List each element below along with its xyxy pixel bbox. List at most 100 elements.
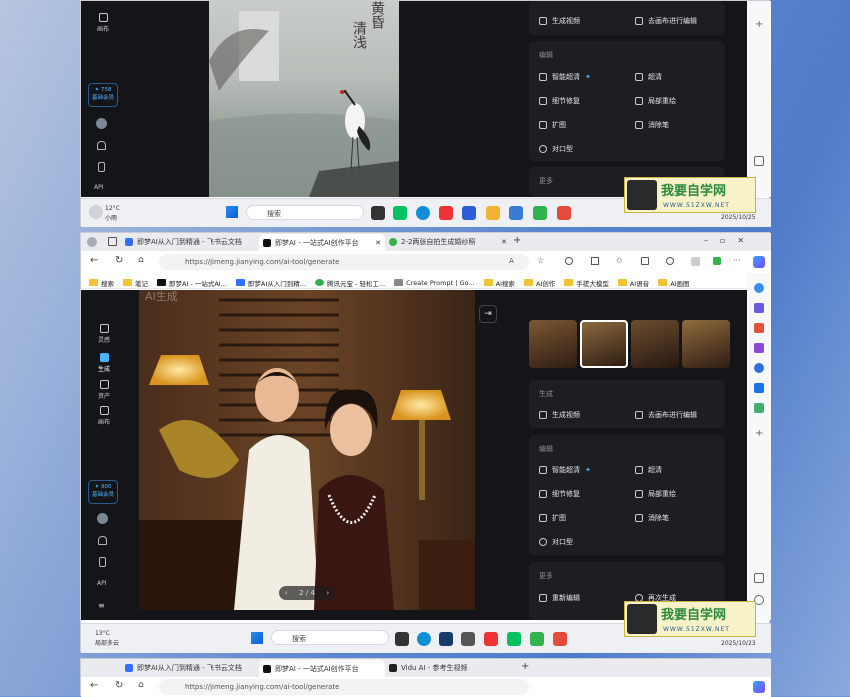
- phone-icon[interactable]: [98, 162, 105, 172]
- to-canvas-button[interactable]: 去画布进行编辑: [635, 16, 697, 26]
- credits-badge[interactable]: ✦ 900 基础会员: [88, 480, 118, 504]
- rail-item-inspiration[interactable]: 灵感: [89, 324, 119, 344]
- url-input[interactable]: https://jimeng.jianying.com/ai-tool/gene…: [159, 254, 529, 270]
- add-icon[interactable]: +: [755, 428, 763, 439]
- local-redraw-button[interactable]: 局部重绘: [635, 96, 676, 106]
- capcut-icon[interactable]: [533, 206, 547, 220]
- bookmark-ai-search[interactable]: AI搜索: [483, 277, 515, 288]
- tab-actions-icon[interactable]: [108, 237, 117, 246]
- user-icon[interactable]: [754, 343, 764, 353]
- bell-icon[interactable]: [98, 536, 107, 545]
- window-controls[interactable]: –▫✕: [704, 236, 756, 245]
- taskview-icon[interactable]: [371, 206, 385, 220]
- app-icon[interactable]: [439, 632, 453, 646]
- smart-hd-button[interactable]: 智能超清 ✦: [539, 465, 591, 475]
- eraser-button[interactable]: 消除笔: [635, 120, 669, 130]
- eraser-button[interactable]: 消除笔: [635, 513, 669, 523]
- rail-item-generate[interactable]: 生成: [89, 353, 119, 373]
- app-red-icon[interactable]: [553, 632, 567, 646]
- app-red-icon[interactable]: [557, 206, 571, 220]
- close-tab-icon[interactable]: ✕: [501, 238, 507, 246]
- close-tab-icon[interactable]: ✕: [375, 239, 385, 247]
- toolbox-icon[interactable]: [754, 323, 764, 333]
- make-video-button[interactable]: 生成视频: [539, 16, 580, 26]
- copilot-icon[interactable]: [753, 256, 765, 268]
- favorite-icon[interactable]: ☆: [537, 256, 544, 265]
- windows-start-icon[interactable]: [226, 206, 238, 218]
- hd-button[interactable]: 超清: [635, 72, 662, 82]
- bell-icon[interactable]: [97, 141, 106, 150]
- smart-hd-button[interactable]: 智能超清 ✦: [539, 72, 591, 82]
- split-icon[interactable]: [591, 257, 599, 265]
- bookmark-llm[interactable]: 手搓大模型: [564, 277, 609, 288]
- lip-sync-button[interactable]: 对口型: [539, 144, 573, 154]
- copilot-icon[interactable]: [754, 363, 764, 373]
- phone-icon[interactable]: [99, 557, 106, 567]
- expand-button[interactable]: 扩图: [539, 120, 566, 130]
- bookmark-ai-create[interactable]: AI创作: [523, 277, 555, 288]
- bookmark-notes[interactable]: 笔记: [123, 277, 148, 288]
- search-icon[interactable]: [754, 283, 764, 293]
- app-icon[interactable]: [462, 206, 476, 220]
- avatar[interactable]: [96, 118, 107, 129]
- bookmark-search[interactable]: 搜索: [89, 277, 114, 288]
- api-link[interactable]: API: [94, 184, 104, 191]
- profile-icon[interactable]: [87, 237, 97, 247]
- tab-feishu[interactable]: 即梦AI从入门到精通 - 飞书云文档: [125, 237, 255, 247]
- lip-sync-button[interactable]: 对口型: [539, 537, 573, 547]
- wps-icon[interactable]: [484, 632, 498, 646]
- tab-jimeng[interactable]: 即梦AI - 一站式AI创作平台 ✕: [259, 234, 385, 251]
- tab-vidu[interactable]: Vidu AI - 参考生视频: [389, 663, 507, 673]
- taskbar-search[interactable]: 搜索: [246, 205, 364, 220]
- image-pager[interactable]: ‹ 2 / 4 ›: [279, 586, 335, 600]
- taskview-icon[interactable]: [395, 632, 409, 646]
- back-icon[interactable]: ←: [90, 255, 98, 266]
- wechat-icon[interactable]: [393, 206, 407, 220]
- collapse-panel-icon[interactable]: ⇥: [479, 305, 497, 323]
- expand-button[interactable]: 扩图: [539, 513, 566, 523]
- bookmark-create-prompt[interactable]: Create Prompt | Go...: [394, 277, 475, 288]
- local-redraw-button[interactable]: 局部重绘: [635, 489, 676, 499]
- menu-icon[interactable]: ···: [733, 256, 741, 265]
- history-icon[interactable]: [666, 257, 674, 265]
- favorites-icon[interactable]: ✩: [616, 256, 623, 265]
- generated-image[interactable]: AI生成 ‹ 2 / 4 ›: [139, 290, 475, 610]
- thumbnail-4[interactable]: [682, 320, 730, 368]
- collections-icon[interactable]: [641, 257, 649, 265]
- app-icon-2[interactable]: [461, 632, 475, 646]
- thumbnail-2-selected[interactable]: [580, 320, 628, 368]
- home-icon[interactable]: ⌂: [138, 680, 144, 690]
- detail-fix-button[interactable]: 细节修复: [539, 489, 580, 499]
- reload-icon[interactable]: ↻: [115, 255, 123, 266]
- rail-item-canvas[interactable]: 画布: [88, 13, 118, 33]
- rail-item-canvas[interactable]: 画布: [89, 406, 119, 426]
- credits-badge[interactable]: ✦ 758 基础会员: [88, 83, 118, 107]
- home-icon[interactable]: ⌂: [138, 255, 144, 265]
- new-tab-icon[interactable]: +: [521, 661, 529, 672]
- reload-icon[interactable]: ↻: [115, 680, 123, 691]
- menu-icon[interactable]: ≡: [98, 601, 105, 610]
- tag-icon[interactable]: [754, 303, 764, 313]
- tab-feishu[interactable]: 即梦AI从入门到精通 - 飞书云文档: [125, 663, 255, 673]
- notepad-icon[interactable]: [509, 206, 523, 220]
- avatar[interactable]: [97, 513, 108, 524]
- screen-icon[interactable]: [754, 156, 764, 166]
- read-aloud-icon[interactable]: A: [509, 257, 514, 265]
- capcut-icon[interactable]: [530, 632, 544, 646]
- rail-item-assets[interactable]: 资产: [89, 380, 119, 400]
- extensions-icon[interactable]: [691, 257, 700, 266]
- windows-start-icon[interactable]: [251, 632, 263, 644]
- shopping-icon[interactable]: [754, 403, 764, 413]
- edge-icon[interactable]: [417, 632, 431, 646]
- detail-fix-button[interactable]: 细节修复: [539, 96, 580, 106]
- to-canvas-button[interactable]: 去画布进行编辑: [635, 410, 697, 420]
- prev-icon[interactable]: ‹: [285, 589, 288, 597]
- thumbnail-3[interactable]: [631, 320, 679, 368]
- wechat-icon[interactable]: [507, 632, 521, 646]
- bookmark-yuanbao[interactable]: 腾讯元宝 - 轻松工...: [314, 277, 385, 288]
- re-edit-button[interactable]: 重新编辑: [539, 593, 580, 603]
- wps-icon[interactable]: [439, 206, 453, 220]
- refresh-ext-icon[interactable]: [565, 257, 573, 265]
- hd-button[interactable]: 超清: [635, 465, 662, 475]
- bookmark-ai-voice[interactable]: AI语音: [617, 277, 649, 288]
